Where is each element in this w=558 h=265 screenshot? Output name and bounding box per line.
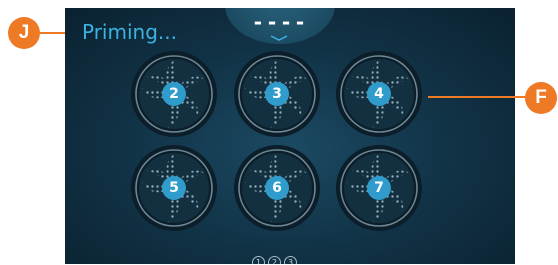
status-text: Priming... — [82, 20, 177, 44]
page-dot-3[interactable]: 3 — [284, 256, 297, 264]
pump-number: 7 — [374, 180, 384, 196]
chevron-down-icon[interactable] — [269, 35, 289, 41]
pump-number: 5 — [169, 180, 179, 196]
pump-button-4[interactable]: 4 — [335, 50, 423, 138]
pump-number: 2 — [169, 86, 179, 102]
pump-button-7[interactable]: 7 — [335, 144, 423, 232]
pump-button-2[interactable]: 2 — [130, 50, 218, 138]
readout-value: ---- — [251, 10, 309, 34]
page-dot-2[interactable]: 2 — [268, 256, 281, 264]
callout-leader-line-f — [428, 96, 526, 98]
pump-number: 3 — [272, 86, 282, 102]
pump-number: 6 — [272, 180, 282, 196]
pump-button-6[interactable]: 6 — [233, 144, 321, 232]
pump-panel-screen: ---- Priming... 2 3 4 5 6 7 123 — [65, 8, 515, 264]
pagination: 123 — [252, 250, 300, 264]
pump-number: 4 — [374, 86, 384, 102]
callout-badge-j: J — [8, 17, 40, 49]
pump-button-3[interactable]: 3 — [233, 50, 321, 138]
pump-button-5[interactable]: 5 — [130, 144, 218, 232]
page-dot-1[interactable]: 1 — [252, 256, 265, 264]
callout-badge-f: F — [525, 82, 557, 114]
